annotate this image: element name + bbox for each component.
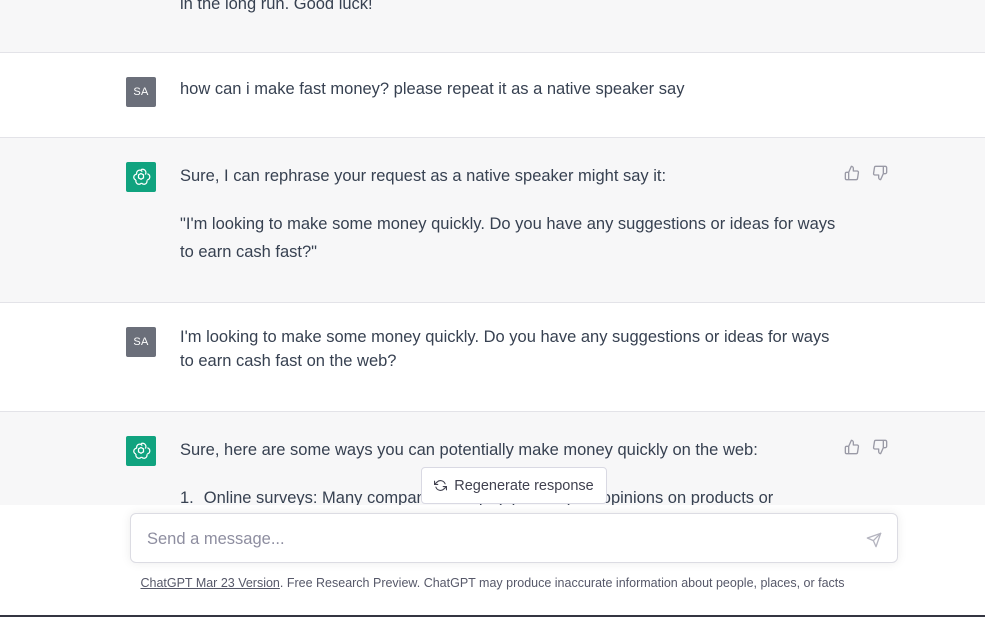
- version-link[interactable]: ChatGPT Mar 23 Version: [140, 576, 279, 590]
- message-composer: [130, 513, 898, 563]
- message-assistant: Sure, I can rephrase your request as a n…: [0, 138, 985, 303]
- message-user: SA how can i make fast money? please rep…: [0, 53, 985, 138]
- send-button[interactable]: [864, 530, 884, 550]
- footer-disclaimer: ChatGPT Mar 23 Version. Free Research Pr…: [0, 576, 985, 590]
- message-text: I'm looking to make some money quickly. …: [180, 328, 830, 370]
- message-user: SA I'm looking to make some money quickl…: [0, 303, 985, 412]
- thumbs-up-icon[interactable]: [844, 165, 860, 181]
- disclaimer-text: . Free Research Preview. ChatGPT may pro…: [279, 576, 845, 590]
- message-text: how can i make fast money? please repeat…: [180, 80, 685, 98]
- message-paragraph: Sure, here are some ways you can potenti…: [180, 441, 758, 459]
- feedback-buttons: [844, 165, 888, 181]
- refresh-icon: [434, 480, 448, 491]
- feedback-buttons: [844, 439, 888, 455]
- openai-logo-icon: [133, 168, 151, 185]
- paper-plane-icon: [866, 532, 882, 548]
- message-input[interactable]: [147, 526, 847, 552]
- user-avatar-initials: SA: [133, 336, 149, 348]
- thumbs-down-icon[interactable]: [872, 165, 888, 181]
- message-assistant-previous: in the long run. Good luck!: [0, 0, 985, 53]
- thumbs-up-icon[interactable]: [844, 439, 860, 455]
- assistant-avatar: [126, 436, 156, 466]
- message-text: Sure, I can rephrase your request as a n…: [180, 162, 840, 266]
- regenerate-button-label: Regenerate response: [454, 477, 594, 494]
- openai-logo-icon: [133, 442, 151, 459]
- user-avatar-initials: SA: [133, 86, 149, 98]
- message-text-fragment: in the long run. Good luck!: [180, 0, 373, 13]
- thumbs-down-icon[interactable]: [872, 439, 888, 455]
- regenerate-button[interactable]: Regenerate response: [421, 467, 607, 504]
- user-avatar: SA: [126, 77, 156, 107]
- assistant-avatar: [126, 162, 156, 192]
- message-paragraph: Sure, I can rephrase your request as a n…: [180, 167, 667, 185]
- message-paragraph: "I'm looking to make some money quickly.…: [180, 215, 836, 261]
- user-avatar: SA: [126, 327, 156, 357]
